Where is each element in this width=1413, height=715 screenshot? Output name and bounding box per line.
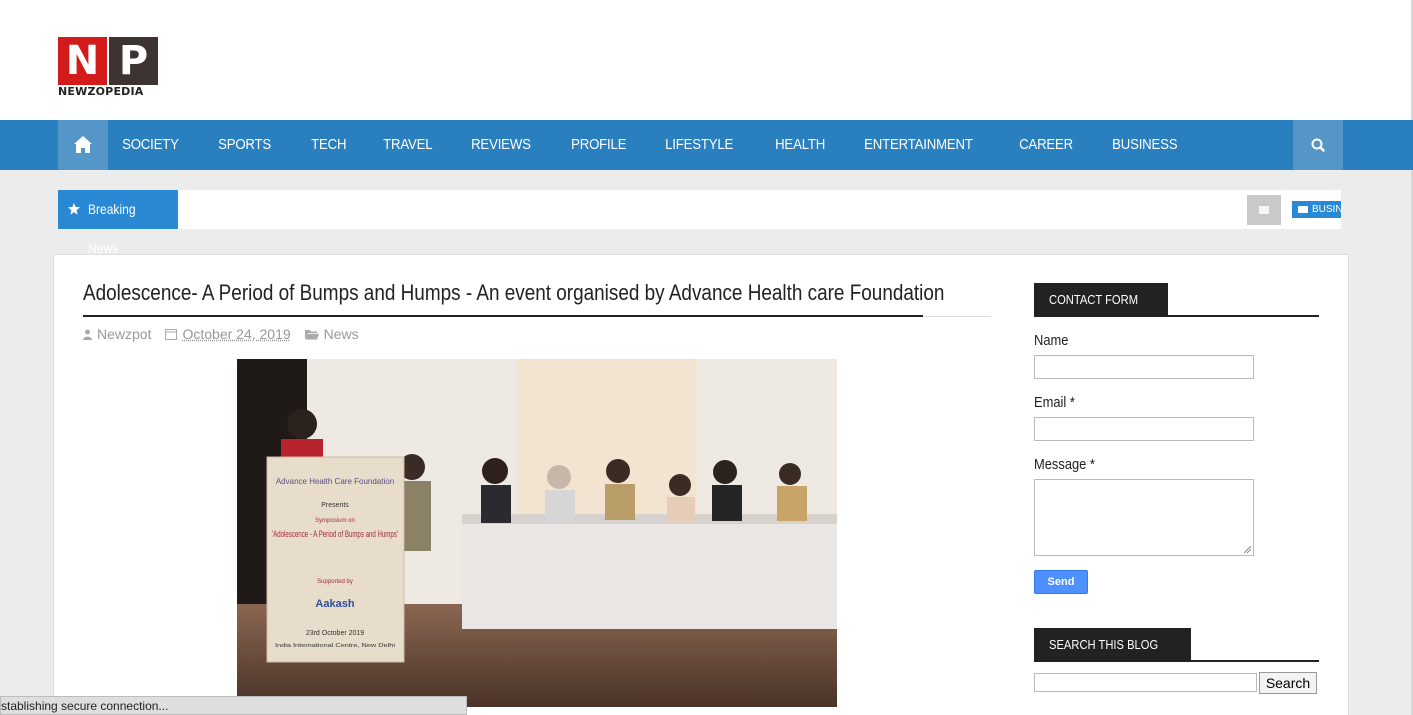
search-button[interactable]: Search xyxy=(1259,672,1317,694)
article-meta: Newzpot October 24, 2019 News xyxy=(83,325,363,343)
logo-letter-n: N xyxy=(58,37,107,85)
contact-form-heading: CONTACT FORM xyxy=(1034,283,1168,316)
folder-icon xyxy=(305,329,319,340)
image-icon xyxy=(1247,195,1281,225)
banner-symposium: Symposium on xyxy=(315,518,355,524)
home-button[interactable] xyxy=(58,120,108,170)
main-navigation: SOCIETY SPORTS TECH TRAVEL REVIEWS PROFI… xyxy=(0,120,1413,170)
browser-status-bar: stablishing secure connection... xyxy=(0,696,467,715)
breaking-news-label: Breaking News xyxy=(58,190,178,229)
search-toggle-button[interactable] xyxy=(1293,120,1343,170)
contact-form-title: CONTACT FORM xyxy=(1049,283,1138,316)
nav-item-business[interactable]: BUSINESS xyxy=(1098,120,1192,170)
nav-item-career[interactable]: CAREER xyxy=(1005,120,1087,170)
site-header: N P NEWZOPEDIA xyxy=(0,0,1413,120)
banner-date: 23rd October 2019 xyxy=(306,630,364,637)
nav-item-reviews[interactable]: REVIEWS xyxy=(457,120,545,170)
nav-item-sports[interactable]: SPORTS xyxy=(204,120,285,170)
user-icon xyxy=(83,329,92,340)
breaking-news-ticker: Breaking News BUSINESS xyxy=(58,190,1341,229)
home-icon xyxy=(58,120,108,170)
ticker-thumbnail[interactable] xyxy=(1247,195,1281,225)
email-label: Email * xyxy=(1034,394,1075,411)
nav-item-lifestyle[interactable]: LIFESTYLE xyxy=(651,120,747,170)
nav-item-profile[interactable]: PROFILE xyxy=(557,120,640,170)
nav-item-health[interactable]: HEALTH xyxy=(761,120,839,170)
article-image: Advance Health Care Foundation Presents … xyxy=(237,359,837,707)
logo-letter-p: P xyxy=(109,37,158,85)
nav-item-travel[interactable]: TRAVEL xyxy=(369,120,446,170)
article-title[interactable]: Adolescence- A Period of Bumps and Humps… xyxy=(83,280,944,306)
contact-form-rule xyxy=(1034,315,1319,317)
banner-venue: India International Centre, New Delhi xyxy=(275,643,395,649)
logo-wordmark: NEWZOPEDIA xyxy=(58,85,158,99)
article-date[interactable]: October 24, 2019 xyxy=(182,326,290,342)
search-blog-heading: SEARCH THIS BLOG xyxy=(1034,628,1191,661)
name-field[interactable] xyxy=(1034,355,1254,379)
ticker-tag-business[interactable]: BUSINESS xyxy=(1292,201,1341,218)
site-logo[interactable]: N P NEWZOPEDIA xyxy=(58,37,158,99)
resize-handle-icon[interactable] xyxy=(1035,480,1253,555)
nav-item-entertainment[interactable]: ENTERTAINMENT xyxy=(850,120,987,170)
message-label: Message * xyxy=(1034,456,1095,473)
search-input[interactable] xyxy=(1034,673,1257,692)
send-button[interactable]: Send xyxy=(1034,570,1088,594)
search-blog-rule xyxy=(1034,660,1319,662)
nav-items: SOCIETY SPORTS TECH TRAVEL REVIEWS PROFI… xyxy=(108,120,1205,170)
calendar-icon xyxy=(165,328,177,340)
banner-headline: 'Adolescence - A Period of Bumps and Hum… xyxy=(272,529,398,539)
name-label: Name xyxy=(1034,332,1068,349)
article-category[interactable]: News xyxy=(324,326,359,342)
email-field[interactable] xyxy=(1034,417,1254,441)
search-blog-title: SEARCH THIS BLOG xyxy=(1049,628,1158,661)
pin-icon xyxy=(67,202,81,216)
briefcase-icon xyxy=(1298,206,1308,213)
nav-item-tech[interactable]: TECH xyxy=(297,120,360,170)
ticker-tag-label: BUSINESS xyxy=(1312,204,1341,215)
title-underline xyxy=(83,315,923,317)
banner-sponsor: Aakash xyxy=(315,598,354,610)
banner-supported: Supported by xyxy=(317,579,353,585)
event-photo: Advance Health Care Foundation Presents … xyxy=(237,359,837,707)
nav-item-society[interactable]: SOCIETY xyxy=(108,120,193,170)
search-icon xyxy=(1293,120,1343,170)
message-field[interactable] xyxy=(1034,479,1254,556)
article-author[interactable]: Newzpot xyxy=(97,326,151,342)
banner-presents: Presents xyxy=(321,502,349,509)
banner-org: Advance Health Care Foundation xyxy=(276,477,394,486)
